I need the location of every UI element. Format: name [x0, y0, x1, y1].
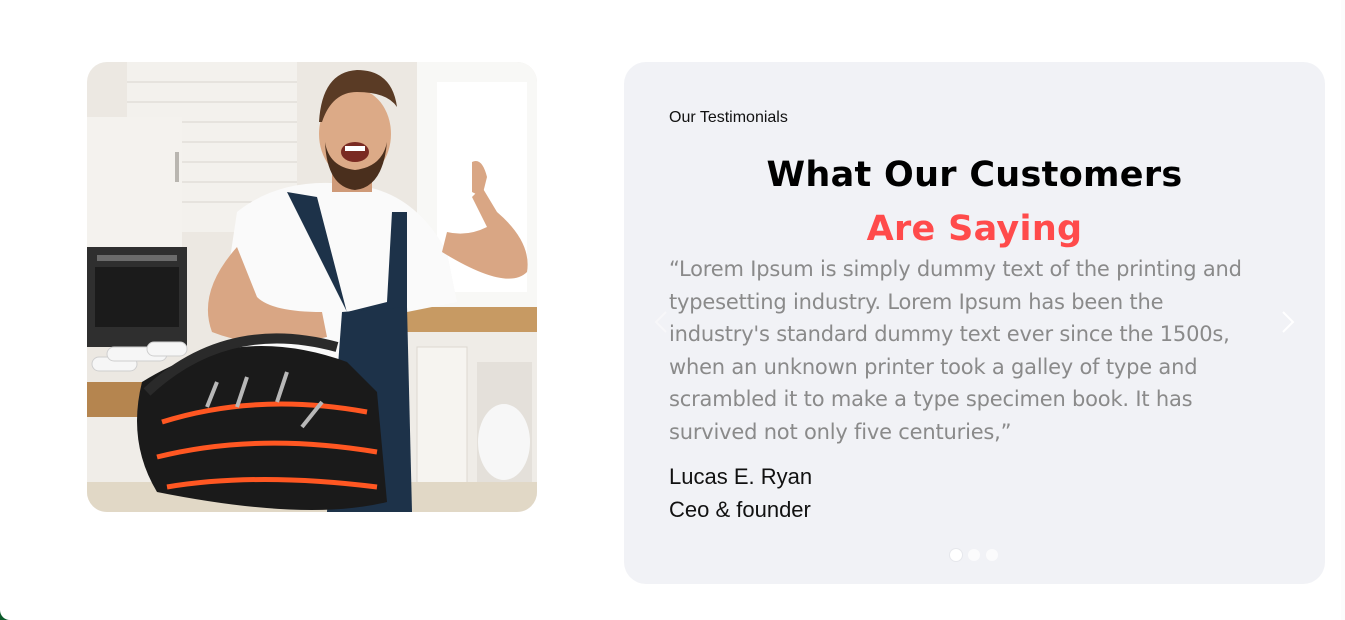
pagination-dot-2[interactable] — [968, 549, 980, 561]
heading-line-1: What Our Customers — [766, 155, 1183, 195]
testimonials-section: Our Testimonials What Our Customers Are … — [0, 0, 1345, 620]
testimonial-author: Lucas E. Ryan Ceo & founder — [669, 460, 812, 526]
testimonial-quote: “Lorem Ipsum is simply dummy text of the… — [669, 257, 1242, 444]
author-name: Lucas E. Ryan — [669, 464, 813, 489]
pagination-dot-3[interactable] — [986, 549, 998, 561]
testimonial-card: Our Testimonials What Our Customers Are … — [624, 62, 1325, 584]
page-edge — [1341, 0, 1345, 620]
pagination-dot-1[interactable] — [950, 549, 962, 561]
heading-line-2-accent: Are Saying — [866, 209, 1083, 249]
testimonial-photo — [87, 62, 537, 512]
section-eyebrow: Our Testimonials — [669, 109, 788, 126]
carousel-pagination — [950, 549, 998, 561]
plumber-illustration — [87, 62, 537, 512]
chevron-left-icon[interactable] — [650, 308, 674, 336]
author-role: Ceo & founder — [669, 497, 811, 522]
chevron-right-icon[interactable] — [1275, 308, 1299, 336]
section-heading: What Our Customers Are Saying — [624, 148, 1325, 256]
